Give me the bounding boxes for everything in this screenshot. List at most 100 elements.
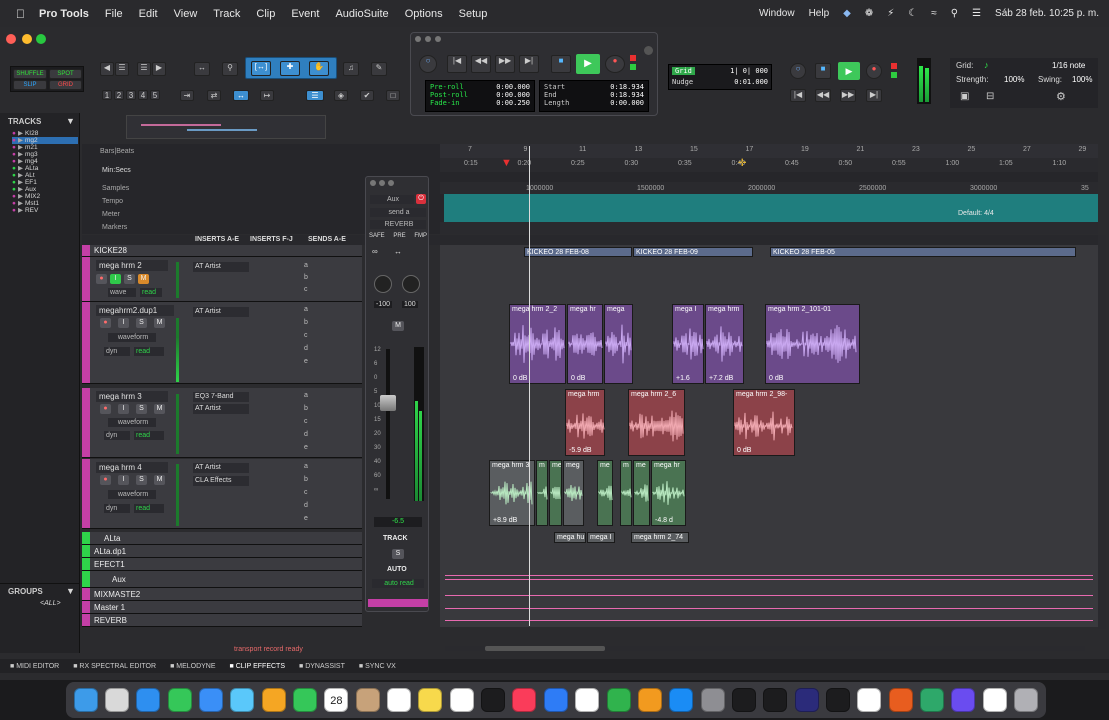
- track-header-aux[interactable]: Aux: [82, 571, 362, 588]
- app-icon-2[interactable]: [919, 688, 944, 712]
- zoom-preset-5[interactable]: 5: [150, 90, 160, 100]
- go-to-end-button-2[interactable]: ▶|: [866, 89, 882, 102]
- track-list-item[interactable]: ● ▶ m21: [12, 144, 78, 151]
- clip-gain[interactable]: -5.9 dB: [569, 447, 592, 454]
- zoom-preset-4[interactable]: 4: [138, 90, 148, 100]
- send-slot[interactable]: b: [304, 476, 312, 489]
- track-list-item[interactable]: ● ▶ MIX2: [12, 193, 78, 200]
- quantize-icon[interactable]: ▣: [960, 91, 969, 102]
- tab-to-transient-icon[interactable]: ⇥: [180, 90, 194, 101]
- zoom-out-horizontal-button[interactable]: ◀: [100, 62, 114, 76]
- clip-gain[interactable]: +8.9 dB: [493, 517, 517, 524]
- pan-knob-right[interactable]: [402, 275, 420, 293]
- strip-min-icon[interactable]: [379, 180, 385, 186]
- send-slot[interactable]: c: [304, 332, 312, 345]
- track-name[interactable]: mega hrm 3: [96, 391, 168, 402]
- universe-overview[interactable]: [126, 115, 326, 139]
- audio-clip[interactable]: me: [597, 460, 613, 526]
- pan-left-value[interactable]: -100: [374, 301, 393, 308]
- mute-button[interactable]: M: [154, 404, 165, 414]
- creative-cloud-icon[interactable]: ❁: [865, 8, 873, 19]
- keynote-icon[interactable]: [543, 688, 568, 712]
- insert-slot[interactable]: AT Artist: [193, 404, 249, 414]
- playlist-selector[interactable]: waveform: [108, 333, 156, 342]
- solo-button[interactable]: S: [124, 274, 135, 284]
- clip-gain[interactable]: 0 dB: [571, 375, 585, 382]
- tempo-meter-ruler[interactable]: [444, 194, 1098, 222]
- track-header-alta-dp1[interactable]: ALta.dp1: [82, 545, 362, 558]
- online-button[interactable]: ○: [419, 55, 437, 73]
- track-list-item[interactable]: ● ▶ KI28: [12, 130, 78, 137]
- record-arm-button[interactable]: ●: [96, 274, 107, 284]
- track-name[interactable]: Aux: [112, 575, 126, 584]
- track-name[interactable]: megahrm2.dup1: [96, 305, 174, 316]
- tracks-panel-menu-icon[interactable]: ▼: [66, 116, 75, 126]
- insert-slot[interactable]: AT Artist: [193, 307, 249, 317]
- kick-clip[interactable]: KICKEO 28 FEB-09: [633, 247, 753, 257]
- transport-expand-icon[interactable]: [644, 46, 653, 55]
- audio-clip[interactable]: mega I +1.6: [672, 304, 704, 384]
- audio-clip[interactable]: mega hrm 2_101-01 0 dB: [765, 304, 860, 384]
- view-selector[interactable]: dyn: [104, 431, 130, 440]
- insert-slot[interactable]: EQ3 7-Band: [193, 392, 249, 402]
- return-to-zero-button-2[interactable]: |◀: [790, 89, 806, 102]
- fast-forward-button[interactable]: ▶▶: [495, 55, 515, 73]
- audio-clip[interactable]: mega hrm 2_74: [631, 532, 689, 543]
- apple-icon[interactable]: : [16, 7, 25, 21]
- insert-slot[interactable]: CLA Effects: [193, 476, 249, 486]
- safari-icon[interactable]: [136, 688, 161, 712]
- protools-icon[interactable]: [731, 688, 756, 712]
- vertical-scrollbar[interactable]: [1098, 235, 1106, 629]
- reminders-icon[interactable]: [387, 688, 412, 712]
- logic-icon[interactable]: [825, 688, 850, 712]
- grabber-tool-icon[interactable]: ✋: [309, 61, 329, 76]
- grid-label[interactable]: Grid: [672, 67, 695, 75]
- transport-minimize-icon[interactable]: [425, 36, 431, 42]
- zoom-preset-3[interactable]: 3: [126, 90, 136, 100]
- strip-power-icon[interactable]: ⏻: [416, 194, 426, 204]
- moon-icon[interactable]: ☾: [908, 8, 917, 19]
- capcut-icon[interactable]: [857, 688, 882, 712]
- start-value[interactable]: 0:18.934: [610, 83, 644, 91]
- pre-button[interactable]: PRE: [393, 233, 405, 239]
- record-arm-button[interactable]: ●: [100, 318, 111, 328]
- pan-knob-left[interactable]: [374, 275, 392, 293]
- audio-clip[interactable]: mega hu: [554, 532, 586, 543]
- clock[interactable]: Sáb 28 feb. 10:25 p. m.: [995, 8, 1099, 19]
- track-name[interactable]: MIXMASTE2: [94, 590, 140, 599]
- playlist-selector[interactable]: waveform: [108, 490, 156, 499]
- mute-button[interactable]: M: [154, 475, 165, 485]
- safe-button[interactable]: SAFE: [369, 233, 385, 239]
- numbers-icon[interactable]: [606, 688, 631, 712]
- track-header-kicke28[interactable]: KICKE28: [82, 245, 362, 257]
- audio-clip[interactable]: mega hr 0 dB: [567, 304, 603, 384]
- insert-slot[interactable]: AT Artist: [193, 463, 249, 473]
- track-header-alta[interactable]: ALta: [82, 532, 362, 545]
- track-name[interactable]: EFECT1: [94, 560, 125, 569]
- menu-file[interactable]: File: [105, 8, 123, 20]
- app-icon[interactable]: [888, 688, 913, 712]
- ruler-label-markers[interactable]: Markers: [102, 224, 127, 231]
- audio-clip[interactable]: mega hr -4.8 d: [651, 460, 686, 526]
- strip-io-selector[interactable]: Aux: [370, 195, 414, 204]
- automation-mode[interactable]: read: [134, 347, 164, 356]
- bolt-icon[interactable]: ⚡: [887, 8, 894, 19]
- audio-clip[interactable]: m: [536, 460, 548, 526]
- track-name[interactable]: mega hrm 2: [96, 260, 168, 271]
- end-value[interactable]: 0:18.934: [610, 91, 644, 99]
- strip-link-icon[interactable]: ∞: [372, 247, 378, 256]
- clip-gain[interactable]: +7.2 dB: [709, 375, 733, 382]
- input-monitor-button[interactable]: I: [118, 404, 129, 414]
- solo-button[interactable]: S: [136, 404, 147, 414]
- input-monitor-button[interactable]: I: [118, 318, 129, 328]
- track-header-mega-hrm-4[interactable]: mega hrm 4 ● I S M waveform dyn read AT …: [82, 459, 362, 529]
- playlist-selector[interactable]: wave: [108, 288, 136, 297]
- tool-options-icon[interactable]: ✔: [360, 90, 374, 101]
- strip-send-label[interactable]: send a: [370, 208, 426, 217]
- fast-forward-button-2[interactable]: ▶▶: [840, 89, 856, 102]
- fmp-button[interactable]: FMP: [414, 233, 427, 239]
- ruler-label-minsecs[interactable]: Min:Secs: [102, 167, 131, 174]
- solo-button[interactable]: S: [136, 475, 147, 485]
- track-header-efect1[interactable]: EFECT1: [82, 558, 362, 571]
- track-list-item[interactable]: ● ▶ Aux: [12, 186, 78, 193]
